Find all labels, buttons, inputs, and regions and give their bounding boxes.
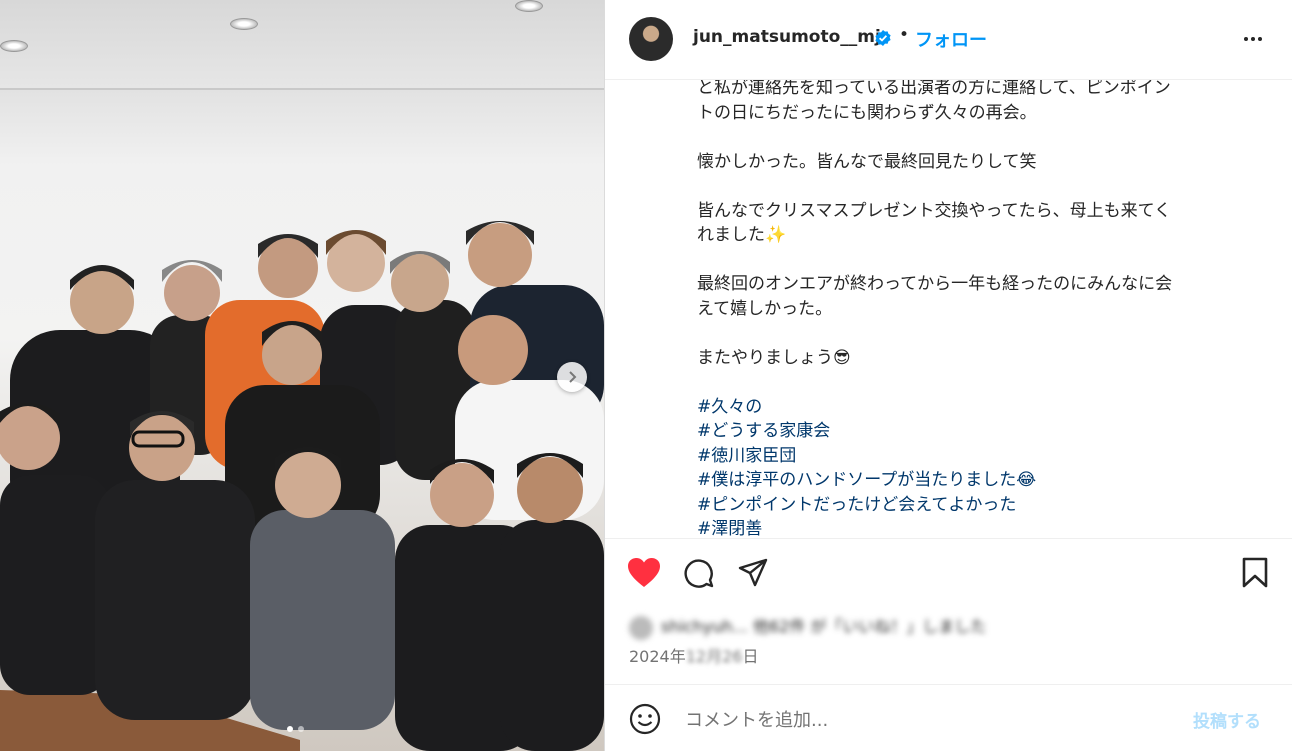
heart-icon[interactable] — [627, 557, 661, 589]
date-suffix: 日 — [742, 647, 759, 666]
carousel-dot — [287, 726, 293, 732]
caption-line: 懐かしかった。皆んなで最終回見たりして笑 — [697, 151, 1037, 172]
separator-dot: • — [899, 25, 910, 45]
caption-paragraph: と私が連絡先を知っている出演者の方に連絡して、ピンポイン トの日にちだったにも関… — [697, 80, 1257, 125]
likes-text: shichyuh... 他62件 が「いいね！」しました — [661, 617, 987, 636]
date-month-day: 12月26 — [685, 647, 743, 666]
hashtag-link[interactable]: #澤閉善 — [697, 517, 1257, 538]
bookmark-icon[interactable] — [1241, 557, 1269, 589]
post-date[interactable]: 2024年12月26日 — [629, 643, 758, 667]
username-link[interactable]: jun_matsumoto__mj — [693, 27, 881, 47]
action-bar — [605, 538, 1292, 610]
caption-line: えて嬉しかった。 — [697, 298, 833, 319]
post-header: jun_matsumoto__mj • フォロー — [605, 0, 1292, 80]
carousel-indicator — [287, 726, 304, 732]
hashtag-list: #久々の #どうする家康会 #徳川家臣団 #僕は淳平のハンドソープが当たりました… — [697, 395, 1257, 539]
emoji-icon[interactable] — [629, 703, 661, 735]
hashtag-link[interactable]: #どうする家康会 — [697, 419, 1257, 444]
caption-line: またやりましょう😎 — [697, 347, 851, 368]
chevron-right-icon — [569, 371, 577, 383]
more-options-icon[interactable] — [1241, 27, 1265, 51]
caption-paragraph: 最終回のオンエアが終わってから一年も経ったのにみんなに会 えて嬉しかった。 — [697, 272, 1257, 321]
hashtag-link[interactable]: #ピンポイントだったけど会えてよかった — [697, 493, 1257, 518]
hashtag-link[interactable]: #徳川家臣団 — [697, 444, 1257, 469]
share-icon[interactable] — [737, 557, 769, 589]
caption-paragraph: またやりましょう😎 — [697, 346, 1257, 371]
caption-paragraph: 皆んなでクリスマスプレゼント交換やってたら、母上も来てく れました✨ — [697, 199, 1257, 248]
post-comment-button[interactable]: 投稿する — [1193, 707, 1261, 732]
hashtag-link[interactable]: #僕は淳平のハンドソープが当たりました😂 — [697, 468, 1257, 493]
caption-line: 最終回のオンエアが終わってから一年も経ったのにみんなに会 — [697, 274, 1173, 294]
verified-badge-icon — [875, 30, 891, 46]
comment-bar: 投稿する — [605, 684, 1292, 751]
caption-line: れました✨ — [697, 225, 787, 245]
liker-avatar — [629, 615, 653, 640]
caption-line: トの日にちだったにも関わらず久々の再会。 — [697, 102, 1037, 123]
avatar[interactable] — [629, 17, 673, 61]
carousel-dot — [298, 726, 304, 732]
comment-input[interactable] — [683, 707, 1167, 733]
post-photo[interactable] — [0, 0, 604, 751]
hashtag-link[interactable]: #久々の — [697, 395, 1257, 420]
carousel-next-button[interactable] — [557, 362, 587, 392]
caption-line: 皆んなでクリスマスプレゼント交換やってたら、母上も来てく — [697, 200, 1172, 221]
caption-line: と私が連絡先を知っている出演者の方に連絡して、ピンポイン — [697, 80, 1171, 98]
post-caption: と私が連絡先を知っている出演者の方に連絡して、ピンポイン トの日にちだったにも関… — [605, 80, 1292, 538]
group-photo-illustration — [0, 221, 604, 751]
caption-paragraph: 懐かしかった。皆んなで最終回見たりして笑 — [697, 150, 1257, 175]
comment-icon[interactable] — [683, 557, 715, 589]
follow-button[interactable]: フォロー — [915, 26, 987, 52]
post-sidebar: jun_matsumoto__mj • フォロー と私が連絡先を知っている出演者… — [604, 0, 1292, 751]
likes-summary[interactable]: shichyuh... 他62件 が「いいね！」しました — [629, 613, 986, 640]
date-year: 2024年 — [629, 647, 686, 666]
